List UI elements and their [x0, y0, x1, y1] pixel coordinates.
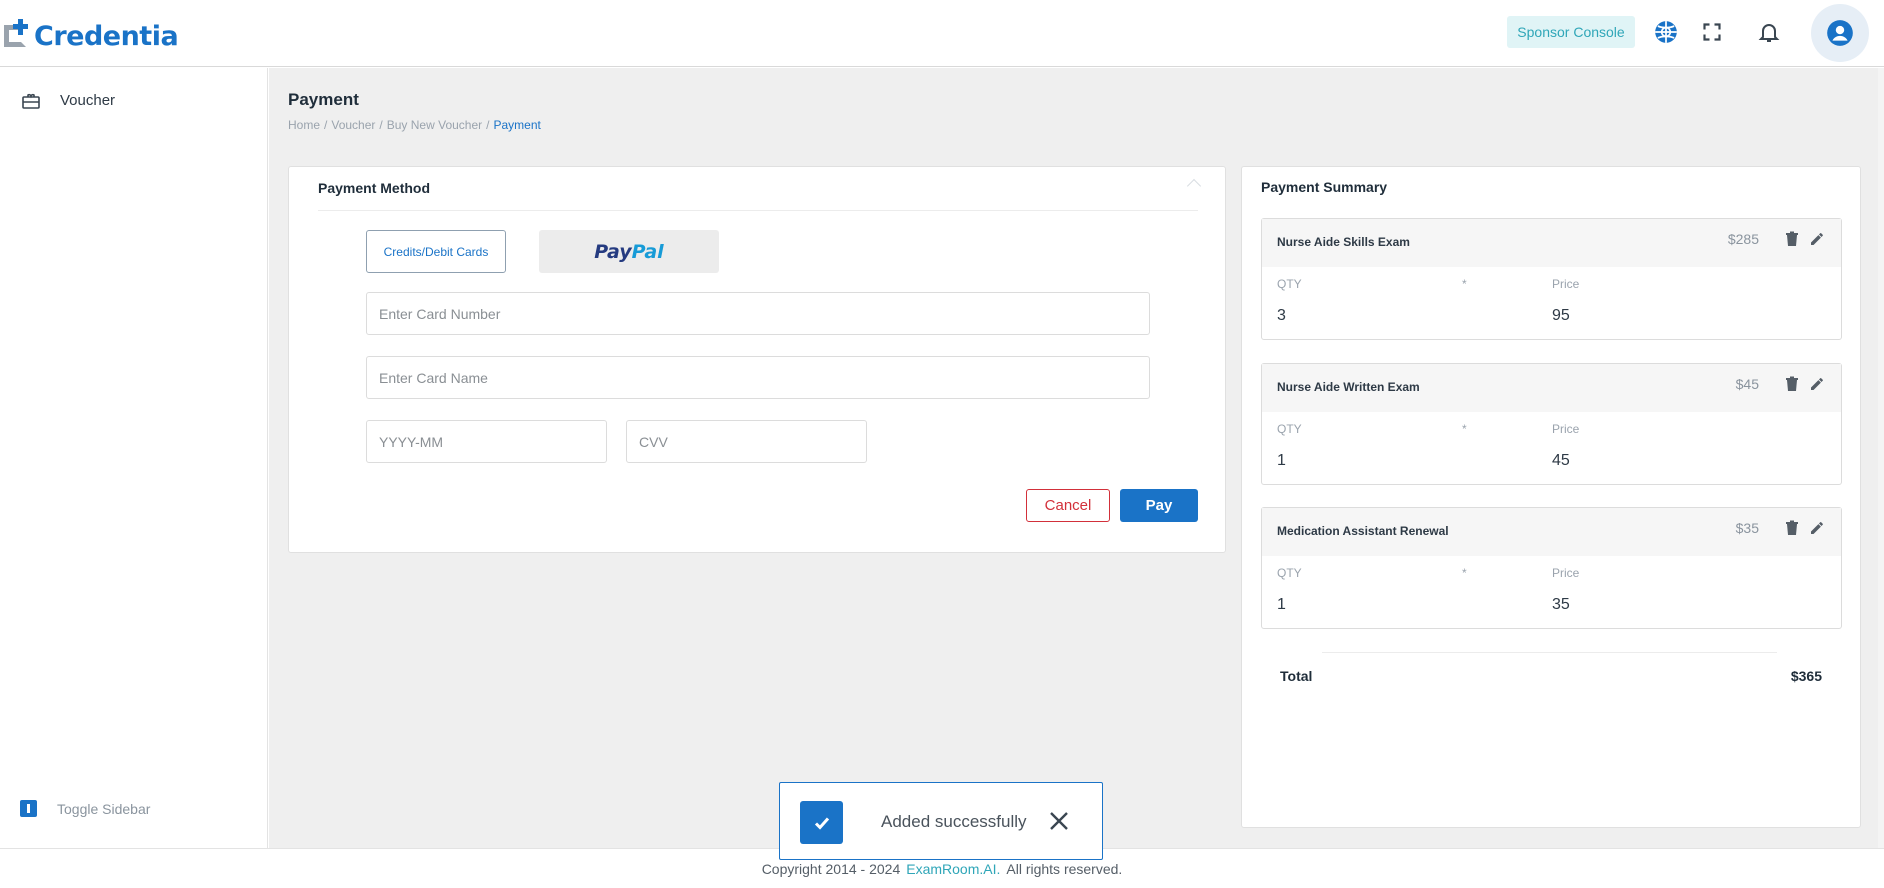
top-header: Credentia Sponsor Console — [0, 0, 1884, 67]
expiry-input[interactable] — [366, 420, 607, 463]
summary-item-qty: 3 — [1277, 307, 1286, 324]
edit-pencil-icon[interactable] — [1809, 376, 1825, 397]
checkmark-icon — [800, 801, 843, 844]
edit-pencil-icon[interactable] — [1809, 231, 1825, 252]
bell-icon[interactable] — [1755, 18, 1783, 46]
cvv-input[interactable] — [626, 420, 867, 463]
qty-label: QTY — [1277, 277, 1302, 291]
summary-item: Nurse Aide Skills Exam $285 QTY * Price … — [1261, 218, 1842, 340]
summary-item-name: Medication Assistant Renewal — [1277, 524, 1449, 538]
card-number-input[interactable] — [366, 292, 1150, 335]
credentia-logo[interactable]: Credentia — [2, 14, 179, 54]
divider — [1322, 652, 1777, 653]
total-label: Total — [1280, 668, 1313, 684]
tab-credit-debit-cards[interactable]: Credits/Debit Cards — [366, 230, 506, 273]
breadcrumb-home[interactable]: Home — [288, 118, 320, 132]
delete-icon[interactable] — [1785, 520, 1799, 541]
multiply-symbol: * — [1462, 422, 1467, 436]
toggle-sidebar-label: Toggle Sidebar — [57, 800, 151, 817]
summary-item-name: Nurse Aide Skills Exam — [1277, 235, 1410, 249]
account-icon — [1827, 20, 1853, 46]
total-value: $365 — [1790, 668, 1822, 684]
delete-icon[interactable] — [1785, 376, 1799, 397]
price-label: Price — [1552, 422, 1580, 436]
breadcrumb-buy-new-voucher[interactable]: Buy New Voucher — [387, 118, 482, 132]
globe-icon[interactable] — [1652, 18, 1680, 46]
logo-mark-icon — [2, 17, 32, 51]
logo-text: Credentia — [34, 20, 179, 52]
payment-method-title: Payment Method — [318, 180, 431, 196]
summary-item: Medication Assistant Renewal $35 QTY * P… — [1261, 507, 1842, 629]
summary-item-name: Nurse Aide Written Exam — [1277, 380, 1420, 394]
sidebar-item-label: Voucher — [60, 92, 116, 109]
delete-icon[interactable] — [1785, 231, 1799, 252]
sponsor-console-button[interactable]: Sponsor Console — [1507, 16, 1635, 48]
edit-pencil-icon[interactable] — [1809, 520, 1825, 541]
voucher-icon — [22, 93, 40, 109]
payment-method-card: Payment Method Credits/Debit Cards Pay Pa… — [288, 166, 1226, 553]
summary-item-price: 35 — [1552, 596, 1570, 613]
price-label: Price — [1552, 277, 1580, 291]
toggle-sidebar-button[interactable]: Toggle Sidebar — [20, 800, 150, 817]
collapse-chevron-icon[interactable] — [1186, 178, 1202, 194]
footer-copyright: Copyright 2014 - 2024 — [761, 860, 901, 877]
payment-summary-title: Payment Summary — [1261, 179, 1388, 195]
page-title: Payment — [288, 90, 359, 109]
cancel-button[interactable]: Cancel — [1026, 489, 1110, 522]
fullscreen-icon[interactable] — [1698, 18, 1726, 46]
paypal-logo-part2: Pal — [631, 240, 664, 263]
main-content: Payment Home / Voucher / Buy New Voucher / … — [269, 68, 1884, 848]
close-icon[interactable] — [1048, 810, 1070, 837]
card-name-input[interactable] — [366, 356, 1150, 399]
qty-label: QTY — [1277, 422, 1302, 436]
tab-paypal[interactable]: Pay Pal — [539, 230, 719, 273]
multiply-symbol: * — [1462, 277, 1467, 291]
success-toast: Added successfully — [779, 782, 1103, 860]
breadcrumb: Home / Voucher / Buy New Voucher / Payment — [288, 118, 541, 132]
summary-item: Nurse Aide Written Exam $45 QTY * Price … — [1261, 363, 1842, 485]
main-scrollbar[interactable] — [1878, 68, 1884, 848]
footer-rights: All rights reserved. — [1006, 860, 1123, 877]
pay-button[interactable]: Pay — [1120, 489, 1198, 522]
toast-message: Added successfully — [881, 812, 1027, 831]
toggle-sidebar-icon — [20, 800, 37, 817]
qty-label: QTY — [1277, 566, 1302, 580]
summary-item-qty: 1 — [1277, 596, 1286, 613]
summary-item-amount: $45 — [1735, 376, 1759, 392]
price-label: Price — [1552, 566, 1580, 580]
summary-item-price: 95 — [1552, 307, 1570, 324]
paypal-logo-part1: Pay — [594, 240, 632, 263]
summary-item-amount: $285 — [1727, 231, 1759, 247]
payment-summary-card: Payment Summary Nurse Aide Skills Exam $… — [1241, 166, 1861, 828]
account-avatar-button[interactable] — [1811, 4, 1869, 62]
sidebar-item-voucher[interactable]: Voucher — [22, 92, 115, 109]
divider — [318, 210, 1198, 211]
footer-examroom-link[interactable]: ExamRoom.AI. — [906, 861, 1000, 877]
summary-item-amount: $35 — [1735, 520, 1759, 536]
breadcrumb-payment: Payment — [493, 118, 541, 132]
sidebar: Voucher Toggle Sidebar — [0, 68, 268, 848]
breadcrumb-voucher[interactable]: Voucher — [331, 118, 375, 132]
summary-item-price: 45 — [1552, 452, 1570, 469]
multiply-symbol: * — [1462, 566, 1467, 580]
summary-item-qty: 1 — [1277, 452, 1286, 469]
